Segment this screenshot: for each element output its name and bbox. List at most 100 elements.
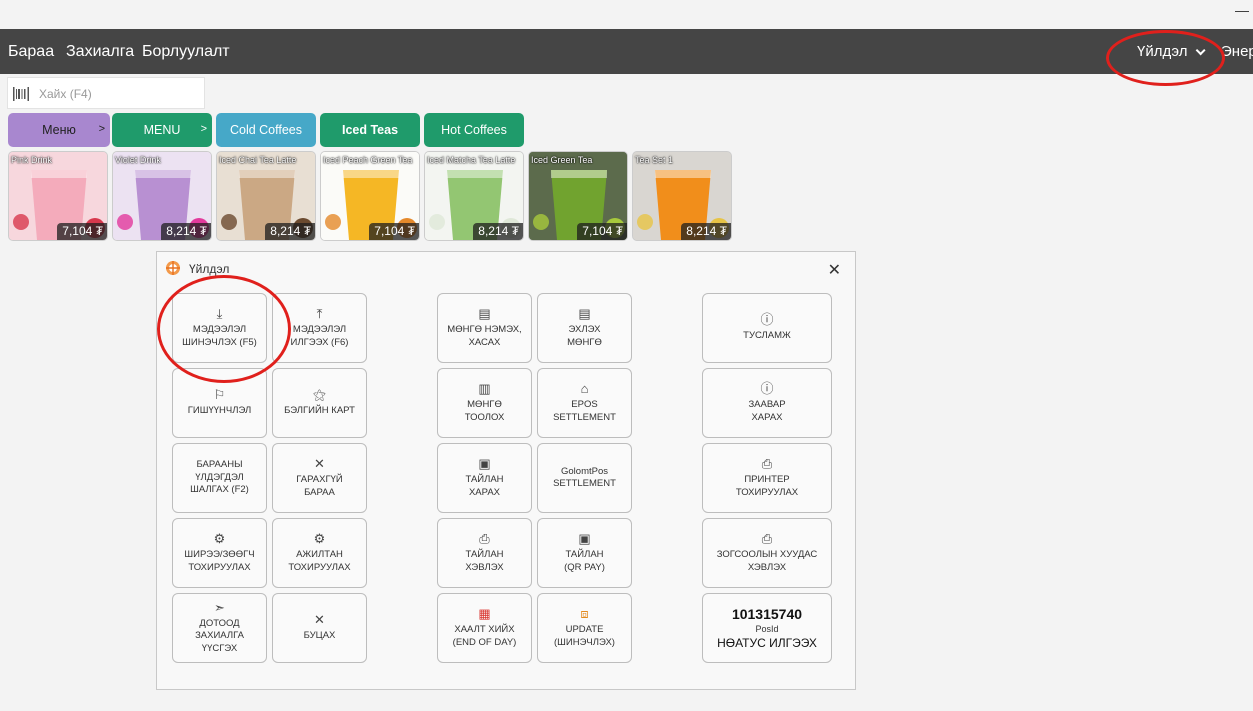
product-price: 8,214 ₮ xyxy=(473,223,523,240)
action-tile-epos[interactable]: ⌂ EPOS SETTLEMENT xyxy=(537,368,632,438)
window-titlebar: — xyxy=(0,0,1253,29)
action-tile-kitchen-print[interactable]: ⎙ ЗОГСООЛЫН ХУУДАС ХЭВЛЭХ xyxy=(702,518,832,588)
chevron-right-icon: > xyxy=(98,123,105,135)
download-icon: ⤓ xyxy=(216,306,223,321)
help-icon: ⓘ xyxy=(760,381,774,396)
action-tile-unsold[interactable]: ✕ ГАРАХГҮЙ БАРАА xyxy=(272,443,367,513)
action-tile-stock[interactable]: БАРААНЫ ҮЛДЭГДЭЛ ШАЛГАХ (F2) xyxy=(172,443,267,513)
action-tile-staff[interactable]: ⚙ АЖИЛТАН ТОХИРУУЛАХ xyxy=(272,518,367,588)
close-icon[interactable]: ✕ xyxy=(828,260,841,280)
action-tile-label: ЗААВАР ХАРАХ xyxy=(748,399,786,423)
product-name: Iced Chai Tea Latte xyxy=(219,155,297,165)
action-tile-start-cash[interactable]: ▤ ЭХЛЭХ МӨНГӨ xyxy=(537,293,632,363)
printer-icon: ⎙ xyxy=(761,456,773,471)
category-button[interactable]: MENU > xyxy=(112,113,212,147)
actions-menu-label: Үйлдэл xyxy=(1137,43,1188,60)
product-card[interactable]: Iced Green Tea 7,104 ₮ xyxy=(528,151,628,241)
action-tile-download[interactable]: ⤓ МЭДЭЭЛЭЛ ШИНЭЧЛЭХ (F5) xyxy=(172,293,267,363)
cash-register-icon: ▤ xyxy=(578,306,591,321)
action-tile-count-cash[interactable]: ▥ МӨНГӨ ТООЛОХ xyxy=(437,368,532,438)
action-tile-internal[interactable]: ➣ ДОТООД ЗАХИАЛГА ҮҮСГЭХ xyxy=(172,593,267,663)
report-icon: ▣ xyxy=(578,531,591,546)
printer-icon: ⎙ xyxy=(761,531,773,546)
category-button[interactable]: Hot Coffees xyxy=(424,113,524,147)
actions-menu-button[interactable]: Үйлдэл xyxy=(1137,43,1207,60)
action-tile-report-print[interactable]: ⎙ ТАЙЛАН ХЭВЛЭХ xyxy=(437,518,532,588)
printer-icon: ⎙ xyxy=(479,531,490,546)
action-tile-guide[interactable]: ⓘ ЗААВАР ХАРАХ xyxy=(702,368,832,438)
upload-icon: ⤒ xyxy=(316,306,323,321)
action-tile-label: ТАЙЛАН ХЭВЛЭХ xyxy=(465,549,504,573)
action-tile-giftcard[interactable]: ⚝ БЭЛГИЙН КАРТ xyxy=(272,368,367,438)
action-tile-update[interactable]: ⧈ UPDATE (ШИНЭЧЛЭХ) xyxy=(537,593,632,663)
action-tile-help[interactable]: ⓘ ТУСЛАМЖ xyxy=(702,293,832,363)
product-card[interactable]: Iced Matcha Tea Latte 8,214 ₮ xyxy=(424,151,524,241)
action-tile-end-of-day[interactable]: ▦ ХААЛТ ХИЙХ (END OF DAY) xyxy=(437,593,532,663)
action-tile-label: ГАРАХГҮЙ БАРАА xyxy=(296,474,343,498)
nav-item-products[interactable]: Бараа xyxy=(8,43,54,61)
gear-icon: ⚙ xyxy=(213,531,226,546)
category-button[interactable]: Iced Teas xyxy=(320,113,420,147)
action-tile-label: БУЦАХ xyxy=(303,630,336,642)
action-tile-report-view[interactable]: ▣ ТАЙЛАН ХАРАХ xyxy=(437,443,532,513)
action-tile-membership[interactable]: ⚐ ГИШҮҮНЧЛЭЛ xyxy=(172,368,267,438)
action-tile-waiter[interactable]: ⚙ ШИРЭЭ/ЗӨӨГЧ ТОХИРУУЛАХ xyxy=(172,518,267,588)
close-icon: ✕ xyxy=(314,612,325,628)
product-name: Iced Green Tea xyxy=(531,155,593,165)
app-logo-icon xyxy=(166,261,180,275)
action-tile-label: ГИШҮҮНЧЛЭЛ xyxy=(187,405,252,417)
action-tile-label: ПРИНТЕР ТОХИРУУЛАХ xyxy=(735,474,799,498)
pos-id-number: 101315740 xyxy=(731,606,803,622)
product-card[interactable]: Violet Drink 8,214 ₮ xyxy=(112,151,212,241)
minimize-button[interactable]: — xyxy=(1235,2,1249,20)
product-name: Violet Drink xyxy=(115,155,161,165)
barcode-icon xyxy=(13,87,29,101)
product-card[interactable]: Iced Chai Tea Latte 8,214 ₮ xyxy=(216,151,316,241)
action-tile-upload[interactable]: ⤒ МЭДЭЭЛЭЛ ИЛГЭЭХ (F6) xyxy=(272,293,367,363)
action-tile-report-qr[interactable]: ▣ ТАЙЛАН (QR PAY) xyxy=(537,518,632,588)
update-icon: ⧈ xyxy=(580,606,589,621)
action-tile-cancel[interactable]: ✕ БУЦАХ xyxy=(272,593,367,663)
category-button[interactable]: Cold Coffees xyxy=(216,113,316,147)
gift-card-icon: ⚝ xyxy=(313,387,326,403)
action-tile-printer[interactable]: ⎙ ПРИНТЕР ТОХИРУУЛАХ xyxy=(702,443,832,513)
nav-item-energy[interactable]: Энер xyxy=(1221,43,1253,60)
cash-register-icon: ▤ xyxy=(478,306,491,321)
report-icon: ▣ xyxy=(478,456,491,471)
search-input[interactable] xyxy=(39,85,199,103)
action-tile-label: ЗОГСООЛЫН ХУУДАС ХЭВЛЭХ xyxy=(716,549,818,573)
calendar-icon: ▦ xyxy=(478,606,491,621)
action-tile-label: БАРААНЫ ҮЛДЭГДЭЛ ШАЛГАХ (F2) xyxy=(190,459,249,496)
bank-icon: ⌂ xyxy=(580,381,589,396)
action-tile-label: ДОТООД ЗАХИАЛГА ҮҮСГЭХ xyxy=(195,617,244,654)
chevron-right-icon: > xyxy=(200,123,207,135)
category-label: Меню xyxy=(42,123,76,137)
action-tile-label: МЭДЭЭЛЭЛ ШИНЭЧЛЭХ (F5) xyxy=(182,324,257,348)
action-tile-label: EPOS SETTLEMENT xyxy=(553,399,616,423)
action-tile-cash-addsub[interactable]: ▤ МӨНГӨ НЭМЭХ, ХАСАХ xyxy=(437,293,532,363)
product-name: Pink Drink xyxy=(11,155,53,165)
product-price: 7,104 ₮ xyxy=(577,223,627,240)
bookmark-icon: ⚐ xyxy=(213,387,226,403)
product-card[interactable]: Tea Set 1 8,214 ₮ xyxy=(632,151,732,241)
action-tile-golomt[interactable]: GolomtPos SETTLEMENT xyxy=(537,443,632,513)
category-label: Cold Coffees xyxy=(229,123,303,137)
product-card[interactable]: Iced Peach Green Tea 7,104 ₮ xyxy=(320,151,420,241)
action-tile-pos[interactable]: 101315740 PosId НӨАТУС ИЛГЭЭХ xyxy=(702,593,832,663)
search-box[interactable] xyxy=(7,77,205,109)
action-tile-label: АЖИЛТАН ТОХИРУУЛАХ xyxy=(288,549,351,573)
product-price: 8,214 ₮ xyxy=(161,223,211,240)
chevron-down-icon xyxy=(1196,45,1207,56)
nav-item-sales[interactable]: Борлуулалт xyxy=(142,43,230,61)
action-tile-label: ТУСЛАМЖ xyxy=(743,330,791,342)
product-card[interactable]: Pink Drink 7,104 ₮ xyxy=(8,151,108,241)
product-name: Iced Peach Green Tea xyxy=(323,155,413,165)
pos-id-caption: PosId xyxy=(755,624,779,634)
category-label: Iced Teas xyxy=(341,123,399,137)
action-tile-label: БЭЛГИЙН КАРТ xyxy=(284,405,355,417)
action-tile-label: GolomtPos SETTLEMENT xyxy=(553,465,616,490)
nav-item-orders[interactable]: Захиалга xyxy=(66,43,134,61)
product-price: 8,214 ₮ xyxy=(265,223,315,240)
action-tile-label: ЭХЛЭХ МӨНГӨ xyxy=(567,324,602,348)
category-button[interactable]: Меню > xyxy=(8,113,110,147)
